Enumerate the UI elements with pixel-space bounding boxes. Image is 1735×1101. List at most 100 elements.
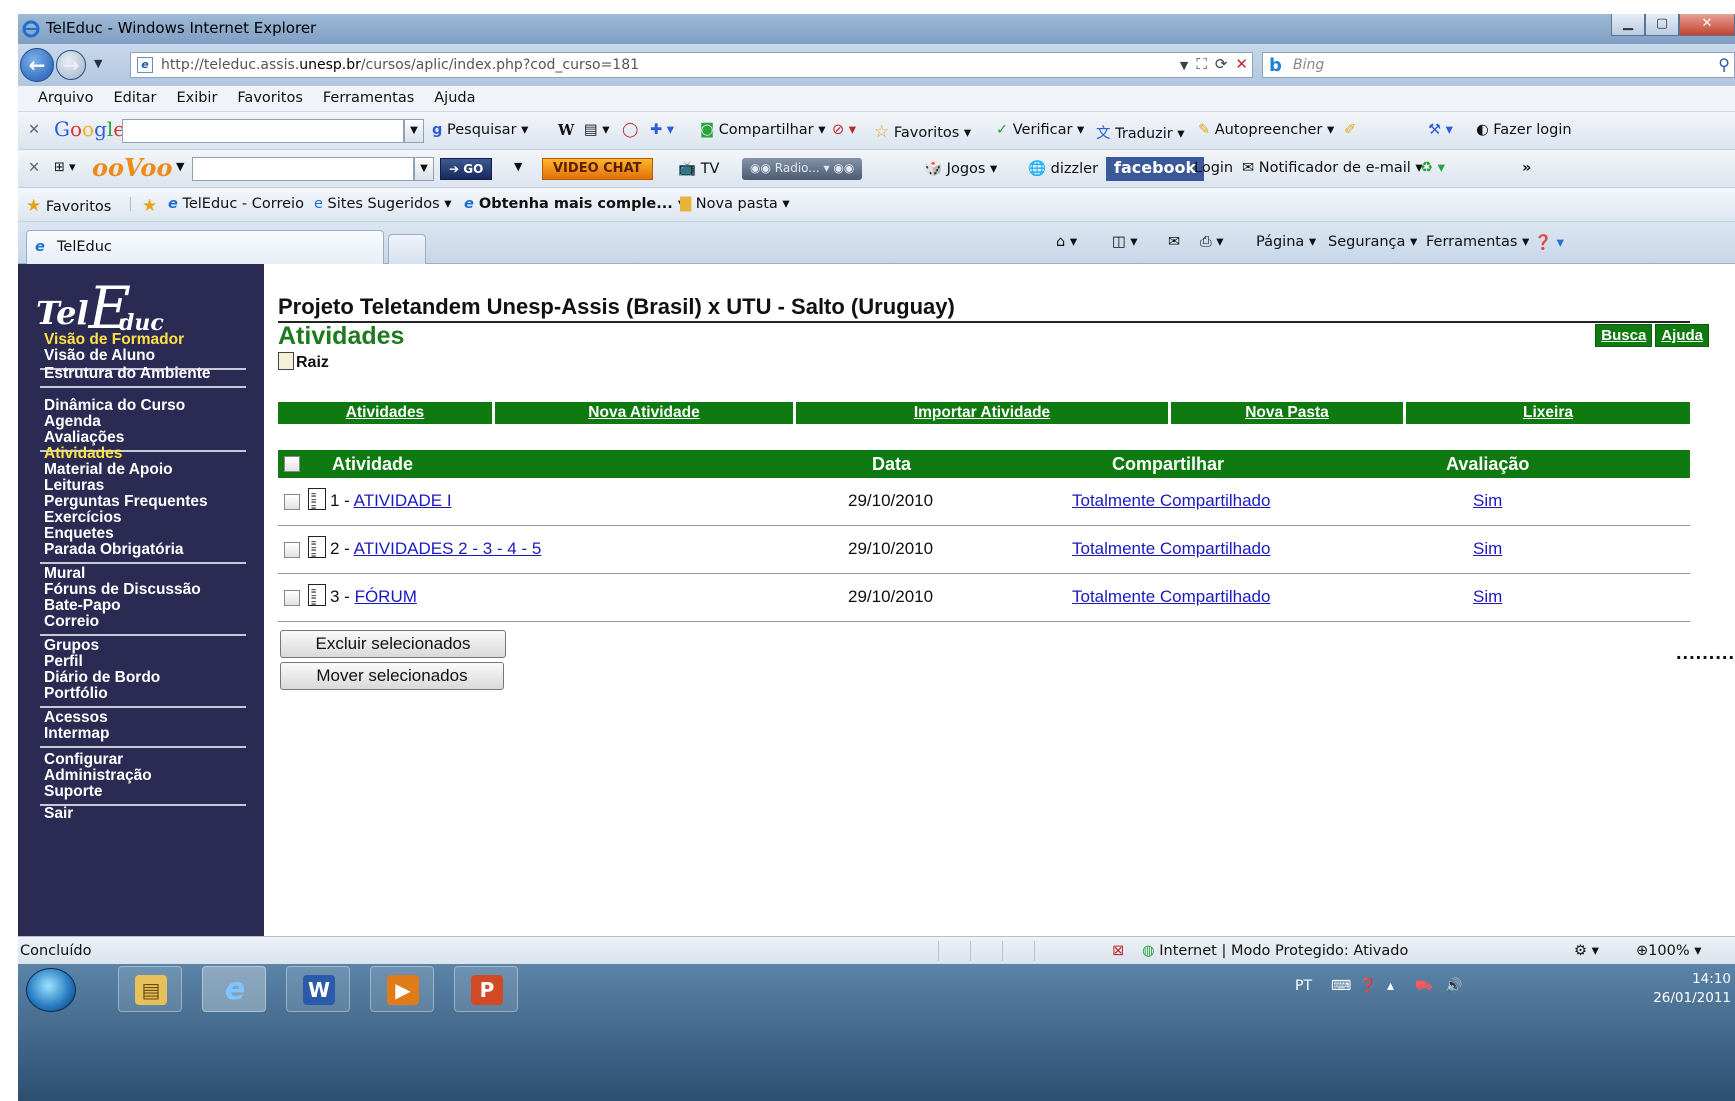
sidebar-item[interactable]: Perguntas Frequentes bbox=[44, 494, 236, 510]
zoom-control[interactable]: ⊕100% ▾ bbox=[1636, 943, 1702, 959]
sidebar-item[interactable]: Material de Apoio bbox=[44, 462, 236, 478]
wikipedia-icon[interactable]: W bbox=[558, 122, 574, 139]
sidebar-item[interactable]: Dinâmica do Curso bbox=[44, 398, 236, 414]
go-button[interactable]: ➔ GO bbox=[440, 158, 493, 180]
address-bar[interactable]: e http://teleduc.assis.unesp.br/cursos/a… bbox=[130, 52, 1253, 78]
security-menu[interactable]: Segurança ▾ bbox=[1328, 234, 1417, 250]
taskbar-ie[interactable]: e bbox=[202, 966, 266, 1012]
compatibility-icon[interactable]: ⛶ bbox=[1196, 55, 1207, 73]
action-nova-atividade[interactable]: Nova Atividade bbox=[495, 402, 793, 424]
stop-icon[interactable]: ✕ bbox=[1235, 55, 1248, 73]
print-button[interactable]: ⎙ ▾ bbox=[1200, 234, 1224, 250]
breadcrumb[interactable]: Raiz bbox=[278, 352, 329, 372]
google-search-dropdown[interactable]: ▼ bbox=[404, 119, 424, 143]
dizzler-icon[interactable]: 🌐 dizzler bbox=[1028, 160, 1098, 177]
sidebar-item[interactable]: Visão de Formador bbox=[44, 332, 236, 348]
facebook-login-link[interactable]: Login bbox=[1194, 160, 1233, 176]
row-checkbox[interactable] bbox=[284, 494, 300, 510]
toolbar-more-button[interactable]: » bbox=[1522, 160, 1531, 176]
toolbar-options-icon[interactable]: ⊞ ▾ bbox=[54, 160, 76, 175]
sidebar-item[interactable]: Enquetes bbox=[44, 526, 236, 542]
clock[interactable]: 14:10 26/01/2011 bbox=[1653, 970, 1731, 1008]
verify-button[interactable]: ✓ Verificar ▾ bbox=[996, 122, 1084, 138]
new-tab-button[interactable] bbox=[388, 234, 426, 264]
sidebar-item[interactable]: Correio bbox=[44, 614, 236, 630]
volume-icon[interactable]: 🔊 bbox=[1445, 978, 1462, 994]
games-button[interactable]: 🎲 Jogos ▾ bbox=[924, 160, 997, 177]
sidebar-item[interactable]: Suporte bbox=[44, 784, 236, 800]
menu-ajuda[interactable]: Ajuda bbox=[424, 86, 485, 111]
ajuda-button[interactable]: Ajuda bbox=[1655, 324, 1709, 347]
select-all-checkbox[interactable] bbox=[284, 456, 300, 472]
menu-editar[interactable]: Editar bbox=[104, 86, 167, 111]
delete-selected-button[interactable]: Excluir selecionados bbox=[280, 630, 506, 658]
keyboard-icon[interactable]: ⌨ bbox=[1331, 978, 1351, 994]
action-nova-pasta[interactable]: Nova Pasta bbox=[1171, 402, 1403, 424]
move-selected-button[interactable]: Mover selecionados bbox=[280, 662, 504, 690]
share-link[interactable]: Totalmente Compartilhado bbox=[1072, 587, 1270, 607]
share-button[interactable]: ◙ Compartilhar ▾ bbox=[700, 122, 826, 138]
tray-arrow-icon[interactable]: ▴ bbox=[1387, 978, 1394, 994]
evaluation-link[interactable]: Sim bbox=[1473, 539, 1502, 559]
sidebar-item[interactable]: Leituras bbox=[44, 478, 236, 494]
sidebar-item[interactable]: Administração bbox=[44, 768, 236, 784]
menu-arquivo[interactable]: Arquivo bbox=[28, 86, 104, 111]
row-checkbox[interactable] bbox=[284, 590, 300, 606]
evaluation-link[interactable]: Sim bbox=[1473, 587, 1502, 607]
recycle-icon[interactable]: ♻ ▾ bbox=[1420, 160, 1445, 176]
tools-menu[interactable]: Ferramentas ▾ bbox=[1426, 234, 1529, 250]
evaluation-link[interactable]: Sim bbox=[1473, 491, 1502, 511]
tv-button[interactable]: 📺 TV bbox=[678, 160, 719, 177]
sidebar-item[interactable]: Visão de Aluno bbox=[44, 348, 236, 364]
sidebar-item[interactable]: Grupos bbox=[44, 638, 236, 654]
start-button[interactable] bbox=[26, 968, 76, 1012]
favlink-correio[interactable]: e TelEduc - Correio bbox=[168, 196, 304, 212]
address-dropdown-icon[interactable]: ▼ bbox=[1180, 55, 1188, 73]
refresh-icon[interactable]: ⟳ bbox=[1215, 55, 1228, 73]
menu-ferramentas[interactable]: Ferramentas bbox=[313, 86, 424, 111]
taskbar-powerpoint[interactable]: P bbox=[454, 966, 518, 1012]
sidebar-item[interactable]: Perfil bbox=[44, 654, 236, 670]
action-atividades[interactable]: Atividades bbox=[278, 402, 492, 424]
security-settings-icon[interactable]: ⚙ ▾ bbox=[1574, 943, 1599, 959]
forward-button[interactable]: → bbox=[56, 50, 86, 80]
minimize-button[interactable]: ▁ bbox=[1611, 14, 1645, 36]
google-search-input[interactable] bbox=[122, 119, 404, 143]
sidebar-item[interactable]: Agenda bbox=[44, 414, 236, 430]
sidebar-item[interactable]: Exercícios bbox=[44, 510, 236, 526]
autofill-button[interactable]: ✎ Autopreencher ▾ bbox=[1198, 122, 1334, 138]
google-search-button[interactable]: g Pesquisar ▾ bbox=[432, 122, 528, 138]
taskbar-explorer[interactable]: ▤ bbox=[118, 966, 182, 1012]
menu-exibir[interactable]: Exibir bbox=[166, 86, 227, 111]
block-icon[interactable]: ⊘ ▾ bbox=[832, 122, 856, 138]
add-favorite-icon[interactable]: ★ bbox=[142, 196, 157, 216]
tray-help-icon[interactable]: ❓ bbox=[1359, 978, 1376, 994]
facebook-button[interactable]: facebook bbox=[1106, 157, 1205, 181]
oovoo-menu-dropdown[interactable]: ▼ bbox=[176, 160, 184, 173]
action-importar-atividade[interactable]: Importar Atividade bbox=[796, 402, 1168, 424]
language-indicator[interactable]: PT bbox=[1295, 978, 1312, 994]
sidebar-item[interactable]: Acessos bbox=[44, 710, 236, 726]
oovoo-search-input[interactable] bbox=[192, 157, 414, 181]
google-favorites-button[interactable]: ☆ Favoritos ▾ bbox=[874, 122, 971, 142]
activity-link[interactable]: FÓRUM bbox=[355, 587, 417, 606]
activity-link[interactable]: ATIVIDADE I bbox=[354, 491, 452, 510]
security-zone[interactable]: ◍ Internet | Modo Protegido: Ativado bbox=[1142, 943, 1408, 959]
home-button[interactable]: ⌂ ▾ bbox=[1056, 234, 1077, 250]
read-mail-icon[interactable]: ✉ bbox=[1168, 234, 1180, 250]
row-checkbox[interactable] bbox=[284, 542, 300, 558]
action-lixeira[interactable]: Lixeira bbox=[1406, 402, 1690, 424]
taskbar-word[interactable]: W bbox=[286, 966, 350, 1012]
sidebar-item[interactable]: Avaliações bbox=[44, 430, 236, 446]
go-dropdown[interactable]: ▼ bbox=[514, 160, 522, 173]
wrench-icon[interactable]: ⚒ ▾ bbox=[1428, 122, 1453, 138]
sidebar-item[interactable]: Intermap bbox=[44, 726, 236, 742]
safely-remove-icon[interactable]: ⛟ bbox=[1415, 978, 1433, 996]
sidebar-item[interactable]: Parada Obrigatória bbox=[44, 542, 236, 558]
video-chat-button[interactable]: VIDEO CHAT bbox=[542, 158, 653, 180]
radio-button[interactable]: ◉◉ Radio... ▾ ◉◉ bbox=[742, 158, 863, 180]
favlink-sites-sugeridos[interactable]: e Sites Sugeridos ▾ bbox=[314, 196, 452, 212]
sidebar-item[interactable]: Bate-Papo bbox=[44, 598, 236, 614]
sidebar-item[interactable]: Fóruns de Discussão bbox=[44, 582, 236, 598]
mail-notifier-button[interactable]: ✉ Notificador de e-mail ▾ bbox=[1242, 160, 1423, 176]
